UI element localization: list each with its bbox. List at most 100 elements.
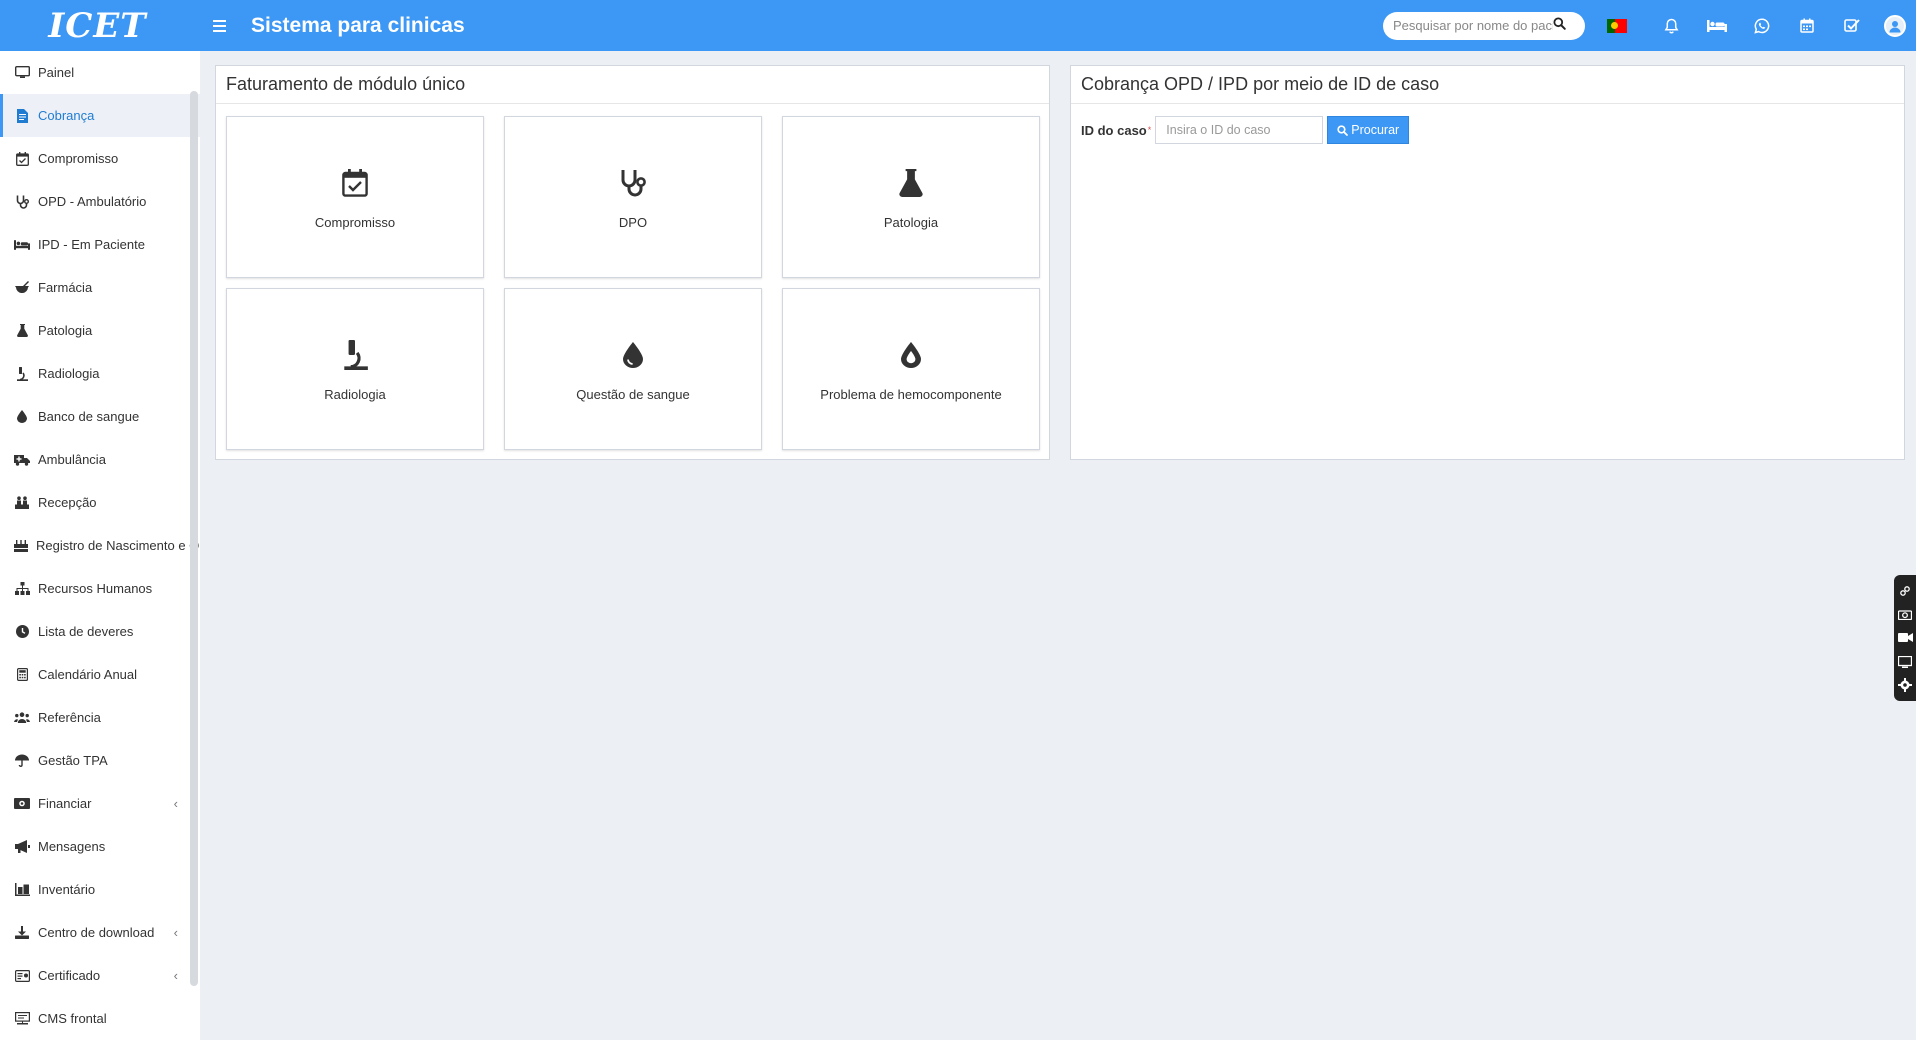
sidebar-item-banco-de-sangue[interactable]: Banco de sangue: [0, 395, 200, 438]
calculator-icon: [14, 668, 30, 682]
search-button[interactable]: Procurar: [1327, 116, 1410, 144]
sidebar-item-gestao-tpa[interactable]: Gestão TPA: [0, 739, 200, 782]
patient-search: [1383, 11, 1585, 40]
tile-label: Compromisso: [314, 214, 396, 230]
sidebar-item-referencia[interactable]: Referência: [0, 696, 200, 739]
blood-drop-outline-icon: [901, 337, 921, 373]
search-icon: [1337, 124, 1349, 136]
portugal-flag-icon[interactable]: [1607, 18, 1627, 33]
sidebar-item-ambulancia[interactable]: Ambulância: [0, 438, 200, 481]
sidebar-item-recursos-humanos[interactable]: Recursos Humanos: [0, 567, 200, 610]
sidebar-item-label: CMS frontal: [38, 1011, 107, 1026]
calendar-icon[interactable]: [1784, 0, 1829, 51]
link-icon[interactable]: [1897, 583, 1913, 599]
case-id-input[interactable]: [1155, 116, 1324, 144]
sidebar-item-financiar[interactable]: Financiar ‹: [0, 782, 200, 825]
tile-label: Radiologia: [324, 386, 386, 402]
blood-drop-icon: [14, 410, 30, 424]
sidebar-item-centro-de-download[interactable]: Centro de download ‹: [0, 911, 200, 954]
calendar-check-icon: [14, 151, 30, 166]
sidebar-item-label: Farmácia: [38, 280, 93, 295]
sidebar-item-patologia[interactable]: Patologia: [0, 309, 200, 352]
sidebar-item-farmacia[interactable]: Farmácia: [0, 266, 200, 309]
flask-icon: [14, 324, 30, 338]
sidebar-item-recepcao[interactable]: Recepção: [0, 481, 200, 524]
users-icon: [14, 711, 30, 725]
video-camera-icon[interactable]: [1897, 630, 1913, 646]
sidebar-item-radiologia[interactable]: Radiologia: [0, 352, 200, 395]
sidebar-item-lista-de-deveres[interactable]: Lista de deveres: [0, 610, 200, 653]
sidebar-item-label: Painel: [38, 65, 75, 80]
sidebar-item-label: Recepção: [38, 495, 97, 510]
sidebar-item-painel[interactable]: Painel: [0, 51, 200, 94]
billing-tile-questao-de-sangue[interactable]: Questão de sangue: [504, 288, 762, 450]
sidebar-item-label: Gestão TPA: [38, 753, 108, 768]
case-id-label: ID do caso: [1081, 122, 1147, 138]
sidebar-item-certificado[interactable]: Certificado ‹: [0, 954, 200, 997]
search-button-label: Procurar: [1351, 123, 1400, 137]
screen-icon[interactable]: [1897, 654, 1913, 670]
search-icon[interactable]: [1553, 16, 1566, 35]
settings-gear-icon[interactable]: [1897, 677, 1913, 693]
ambulance-icon: [14, 453, 30, 467]
sidebar-item-label: Compromisso: [38, 151, 119, 166]
camera-icon[interactable]: [1897, 606, 1913, 622]
sidebar-item-label: Recursos Humanos: [38, 581, 153, 596]
stethoscope-icon: [14, 195, 30, 209]
header-actions: [1383, 0, 1916, 51]
sidebar-item-label: Referência: [38, 710, 101, 725]
task-check-icon[interactable]: [1829, 0, 1874, 51]
invoice-icon: [14, 108, 30, 123]
sidebar-item-label: Lista de deveres: [38, 624, 134, 639]
whatsapp-icon[interactable]: [1739, 0, 1784, 51]
sidebar-item-opd-ambulatorio[interactable]: OPD - Ambulatório: [0, 180, 200, 223]
sidebar-item-cms-frontal[interactable]: CMS frontal: [0, 997, 200, 1040]
sitemap-icon: [14, 582, 30, 596]
sidebar-item-label: Mensagens: [38, 839, 106, 854]
sidebar-item-label: Calendário Anual: [38, 667, 138, 682]
download-icon: [14, 926, 30, 940]
mortar-pestle-icon: [14, 281, 30, 295]
sidebar-item-compromisso[interactable]: Compromisso: [0, 137, 200, 180]
birthday-cake-icon: [14, 539, 28, 553]
menu-toggle-button[interactable]: [213, 19, 241, 32]
sidebar-item-mensagens[interactable]: Mensagens: [0, 825, 200, 868]
sidebar-item-label: Centro de download: [38, 925, 155, 940]
inventory-icon: [14, 883, 30, 897]
sidebar-item-calendario-anual[interactable]: Calendário Anual: [0, 653, 200, 696]
required-mark: *: [1147, 125, 1152, 135]
floating-toolbar: [1894, 575, 1916, 701]
calendar-check-icon: [342, 165, 368, 201]
billing-tile-problema-de-hemocomponente[interactable]: Problema de hemocomponente: [782, 288, 1040, 450]
money-icon: [14, 797, 30, 811]
panel-title: Cobrança OPD / IPD por meio de ID de cas…: [1071, 66, 1904, 104]
tile-label: Questão de sangue: [576, 386, 690, 402]
sidebar-scrollbar[interactable]: [190, 91, 198, 986]
sidebar-item-label: OPD - Ambulatório: [38, 194, 147, 209]
tile-label: DPO: [618, 214, 648, 230]
chevron-left-icon: ‹: [173, 925, 178, 940]
sidebar-item-label: IPD - Em Paciente: [38, 237, 145, 252]
billing-tile-dpo[interactable]: DPO: [504, 116, 762, 278]
sidebar-item-label: Inventário: [38, 882, 96, 897]
sidebar-item-cobranca[interactable]: Cobrança: [0, 94, 200, 137]
billing-tile-radiologia[interactable]: Radiologia: [226, 288, 484, 450]
sidebar: Painel Cobrança Compromisso OPD - Ambulatór…: [0, 51, 200, 1040]
bed-icon[interactable]: [1694, 0, 1739, 51]
bed-icon: [14, 238, 30, 252]
reception-icon: [14, 496, 30, 510]
billing-tile-compromisso[interactable]: Compromisso: [226, 116, 484, 278]
monitor-icon: [14, 66, 30, 80]
top-header: ICET Sistema para clinicas: [0, 0, 1916, 51]
microscope-icon: [14, 366, 30, 381]
billing-tile-patologia[interactable]: Patologia: [782, 116, 1040, 278]
user-avatar-icon[interactable]: [1884, 14, 1906, 37]
patient-search-input[interactable]: [1393, 18, 1553, 33]
bell-icon[interactable]: [1649, 0, 1694, 51]
sidebar-item-label: Radiologia: [38, 366, 100, 381]
sidebar-item-registro-de-nascimento-e-obito[interactable]: Registro de Nascimento e Óbito: [0, 524, 200, 567]
sidebar-item-ipd-em-paciente[interactable]: IPD - Em Paciente: [0, 223, 200, 266]
logo[interactable]: ICET: [0, 0, 195, 51]
logo-text: ICET: [48, 5, 147, 46]
sidebar-item-inventario[interactable]: Inventário: [0, 868, 200, 911]
